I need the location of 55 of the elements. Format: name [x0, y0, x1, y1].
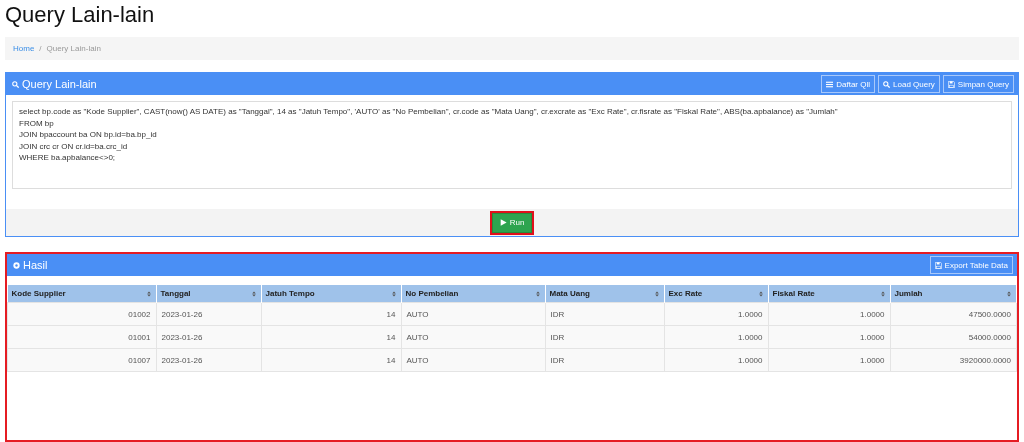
search-icon	[883, 80, 891, 88]
column-label: Exc Rate	[668, 289, 703, 298]
column-header[interactable]: No Pembelian	[401, 285, 545, 303]
sort-icon	[653, 290, 660, 297]
column-header[interactable]: Fiskal Rate	[768, 285, 890, 303]
column-label: Kode Supplier	[11, 289, 66, 298]
table-cell: IDR	[545, 302, 664, 326]
column-header[interactable]: Jumlah	[890, 285, 1017, 303]
column-header[interactable]: Exc Rate	[664, 285, 768, 303]
table-cell: AUTO	[401, 325, 545, 349]
sort-icon	[390, 290, 397, 297]
table-cell: 14	[261, 302, 401, 326]
table-cell: 1.0000	[768, 302, 890, 326]
table-cell: 54000.0000	[890, 325, 1017, 349]
sort-icon	[534, 290, 541, 297]
sort-icon	[1006, 290, 1012, 297]
table-cell: 2023-01-26	[156, 302, 261, 326]
table-cell: 47500.0000	[890, 302, 1017, 326]
table-cell: 14	[261, 325, 401, 349]
table-cell: 01007	[7, 348, 156, 372]
table-cell: AUTO	[401, 302, 545, 326]
page-title: Query Lain-lain	[5, 2, 155, 28]
table-cell: AUTO	[401, 348, 545, 372]
breadcrumb-current: Query Lain-lain	[46, 44, 101, 53]
column-label: Jatuh Tempo	[265, 289, 315, 298]
column-label: Mata Uang	[549, 289, 590, 298]
table-cell: 1.0000	[664, 302, 768, 326]
column-header[interactable]: Jatuh Tempo	[261, 285, 401, 303]
sort-icon	[757, 290, 764, 297]
panel-title: Hasil	[23, 259, 48, 271]
table-cell: 01001	[7, 325, 156, 349]
sort-icon	[250, 290, 257, 297]
table-cell: 1.0000	[768, 325, 890, 349]
sort-icon	[879, 290, 886, 297]
table-cell: 1.0000	[768, 348, 890, 372]
table-cell: 3920000.0000	[890, 348, 1017, 372]
play-icon	[499, 219, 507, 226]
table-cell: 14	[261, 348, 401, 372]
breadcrumb-separator: /	[39, 44, 42, 53]
column-label: Fiskal Rate	[772, 289, 815, 298]
table-cell: IDR	[545, 325, 664, 349]
sort-icon	[145, 290, 152, 297]
table-cell: IDR	[545, 348, 664, 372]
column-header[interactable]: Mata Uang	[545, 285, 664, 303]
panel-title: Query Lain-lain	[22, 78, 97, 90]
table-cell: 01002	[7, 302, 156, 326]
column-label: No Pembelian	[405, 289, 459, 298]
gear-icon	[13, 261, 20, 269]
column-label: Tanggal	[160, 289, 191, 298]
list-icon	[826, 80, 834, 88]
column-label: Jumlah	[894, 289, 923, 298]
query-editor[interactable]: select bp.code as "Kode Supplier", CAST(now() AS DATE) as "Tanggal", 14 as "Jatuh Tempo", 'AUTO' as "No Pembelian", cr.code as "Mata Uang", cr.excrate as "Exc Rate", cr.fisrate as "Fiskal Rate", ABS(ba.apbalance) as "Jumlah" FROM bp JOIN bpaccount ba ON bp.id=ba.bp_id JOIN crc cr ON cr.id=ba.crc_id WHERE ba.apbalance<>0;	[12, 101, 1012, 189]
column-header[interactable]: Tanggal	[156, 285, 261, 303]
search-icon	[12, 80, 19, 88]
column-header[interactable]: Kode Supplier	[7, 285, 156, 303]
